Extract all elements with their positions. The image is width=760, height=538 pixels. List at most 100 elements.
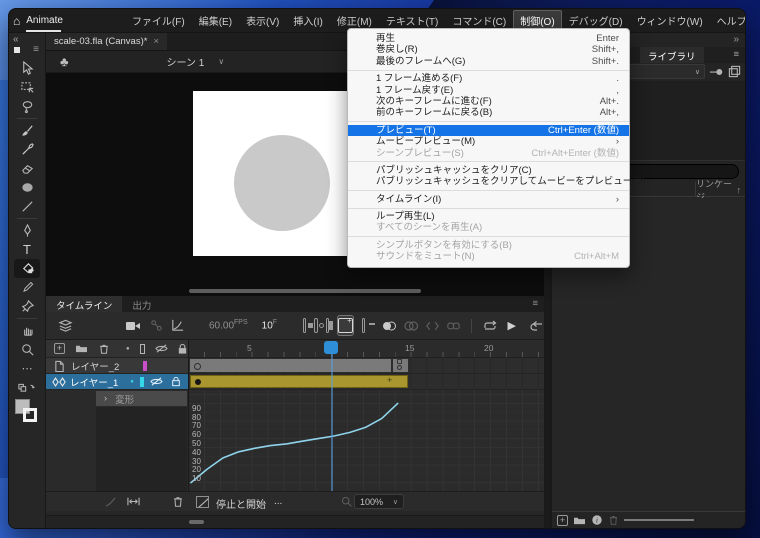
tool-classic-brush[interactable]	[14, 140, 40, 159]
ease-curve-tool-icon[interactable]	[104, 496, 117, 508]
linkage-column-header[interactable]: リンケージ ↑	[695, 182, 741, 197]
fill-stroke-swatches[interactable]	[15, 399, 39, 425]
menu-view[interactable]: 表示(V)	[239, 10, 286, 31]
new-folder-button[interactable]	[75, 343, 88, 354]
layer-parenting-button[interactable]	[149, 318, 164, 333]
menu-window[interactable]: ウィンドウ(W)	[630, 10, 710, 31]
item-properties-button[interactable]: i	[591, 514, 603, 526]
loop-playback-button[interactable]	[482, 319, 498, 333]
layers-stack-icon[interactable]	[58, 318, 73, 333]
ease-preset-name[interactable]: 停止と開始	[216, 496, 266, 511]
layer2-span-end-cell[interactable]	[392, 359, 408, 372]
return-to-first-frame-button[interactable]	[528, 319, 544, 333]
tool-pin[interactable]	[14, 297, 40, 316]
menu-item-step-forward[interactable]: 1 フレーム進める(F).	[348, 73, 629, 84]
tool-text[interactable]: T	[14, 240, 40, 259]
menu-file[interactable]: ファイル(F)	[125, 10, 192, 31]
menu-item-movie-preview[interactable]: ムービープレビュー(M)›	[348, 136, 629, 147]
play-button[interactable]: ▶	[508, 319, 516, 332]
menu-item-go-to-last-frame[interactable]: 最後のフレームへ(G)Shift+.	[348, 56, 629, 67]
menu-item-play-all-scenes[interactable]: すべてのシーンを再生(A)	[348, 222, 629, 233]
tab-close-icon[interactable]: ×	[153, 36, 159, 47]
delete-item-button[interactable]	[608, 514, 619, 526]
library-footer-scrollbar[interactable]	[624, 519, 694, 521]
tab-output[interactable]: 出力	[122, 296, 161, 312]
timeline-scrollbar[interactable]	[46, 515, 544, 529]
onion-skin-button[interactable]	[381, 319, 397, 333]
layer1-visibility-icon[interactable]	[150, 376, 163, 387]
layer-row-layer1[interactable]: レイヤー_1 ●	[46, 374, 188, 390]
tool-eraser[interactable]	[14, 159, 40, 178]
playhead-marker[interactable]	[324, 341, 338, 354]
menu-item-mute-sounds[interactable]: サウンドをミュート(N)Ctrl+Alt+M	[348, 251, 629, 262]
layer1-color-swatch[interactable]	[140, 377, 144, 387]
edit-multiple-frames-button[interactable]	[425, 319, 440, 333]
menu-item-previous-keyframe[interactable]: 前のキーフレームに戻る(B)Alt+,	[348, 107, 629, 118]
document-tab[interactable]: scale-03.fla (Canvas)* ×	[46, 33, 167, 50]
menu-item-rewind[interactable]: 巻戻し(R)Shift+,	[348, 44, 629, 55]
menu-item-step-backward[interactable]: 1 フレーム戻す(E),	[348, 85, 629, 96]
tab-library[interactable]: ライブラリ	[640, 47, 704, 63]
lock-all-icon[interactable]	[177, 343, 188, 355]
home-icon[interactable]: ⌂	[13, 14, 20, 28]
outline-column-icon[interactable]	[140, 344, 145, 354]
delete-layer-button[interactable]	[98, 343, 110, 355]
menu-item-preview[interactable]: プレビュー(T)Ctrl+Enter (数値)	[348, 125, 629, 136]
menu-item-next-keyframe[interactable]: 次のキーフレームに進む(F)Alt+.	[348, 96, 629, 107]
library-panel-menu-icon[interactable]: ≡	[733, 47, 739, 63]
tool-selection[interactable]	[14, 59, 40, 78]
tool-oval[interactable]	[14, 178, 40, 197]
tab-timeline[interactable]: タイムライン	[46, 296, 122, 312]
layer2-frames-row[interactable]	[189, 358, 544, 374]
ease-more-button[interactable]: ...	[274, 496, 282, 507]
timeline-panel-menu-icon[interactable]: ≡	[532, 296, 538, 312]
stroke-color-swatch[interactable]	[23, 408, 37, 422]
frames-area[interactable]: 5 10 15 20	[189, 340, 544, 491]
menu-insert[interactable]: 挿入(I)	[286, 10, 329, 31]
frame-ruler[interactable]: 5 10 15 20	[189, 340, 544, 358]
add-camera-button[interactable]	[125, 319, 141, 333]
tools-more-icon[interactable]: ⋯	[14, 359, 40, 378]
pin-library-icon[interactable]	[709, 66, 724, 78]
insert-blank-keyframe-button[interactable]	[314, 318, 317, 333]
collapse-panel-icon[interactable]: «	[13, 34, 19, 45]
scene-name[interactable]: シーン 1	[167, 54, 205, 69]
layer1-lock-icon[interactable]	[171, 376, 181, 387]
ease-zoom-icon[interactable]	[340, 495, 353, 508]
new-folder-button[interactable]	[573, 515, 586, 526]
property-row-transform[interactable]: › 変形	[96, 391, 187, 406]
menu-item-enable-simple-buttons[interactable]: シンプルボタンを有効にする(B)	[348, 240, 629, 251]
new-layer-button[interactable]: +	[54, 343, 65, 354]
onion-skin-outline-button[interactable]	[403, 319, 419, 333]
property-expander-icon[interactable]: ›	[104, 393, 107, 404]
stage-circle-shape[interactable]	[234, 135, 330, 231]
layer1-tween-span[interactable]: +	[190, 375, 408, 388]
stage-horizontal-scrollbar[interactable]	[189, 289, 421, 293]
panel-menu-icon[interactable]: ≡	[33, 44, 39, 55]
tool-pen[interactable]	[14, 221, 40, 240]
tool-line[interactable]	[14, 197, 40, 216]
tool-subselection[interactable]	[14, 78, 40, 97]
menu-item-play[interactable]: 再生Enter	[348, 33, 629, 44]
layer1-frames-row[interactable]: +	[189, 374, 544, 390]
remove-frame-button[interactable]	[362, 318, 365, 333]
swap-default-colors[interactable]	[14, 378, 40, 397]
layer-row-layer2[interactable]: レイヤー_2	[46, 358, 188, 374]
tool-fluid-brush[interactable]	[14, 121, 40, 140]
menu-edit[interactable]: 編集(E)	[192, 10, 239, 31]
highlight-layer-column-icon[interactable]: ●	[126, 346, 130, 352]
app-name[interactable]: Animate	[20, 15, 73, 26]
layer-depth-button[interactable]	[170, 318, 185, 333]
current-frame-display[interactable]: 10F	[262, 319, 277, 331]
scene-chevron-down-icon[interactable]: ∨	[218, 57, 224, 66]
fit-to-view-button[interactable]	[126, 495, 141, 508]
menu-item-clear-publish-cache[interactable]: パブリッシュキャッシュをクリア(C)	[348, 165, 629, 176]
layer2-tween-span[interactable]	[190, 359, 391, 372]
modify-markers-button[interactable]	[446, 319, 461, 333]
tool-eyedropper[interactable]	[14, 278, 40, 297]
new-symbol-button[interactable]: +	[557, 515, 568, 526]
tool-paint-bucket[interactable]	[14, 259, 40, 278]
tool-lasso[interactable]	[14, 97, 40, 116]
layer2-color-swatch[interactable]	[143, 361, 147, 371]
delete-ease-button[interactable]	[172, 495, 184, 508]
